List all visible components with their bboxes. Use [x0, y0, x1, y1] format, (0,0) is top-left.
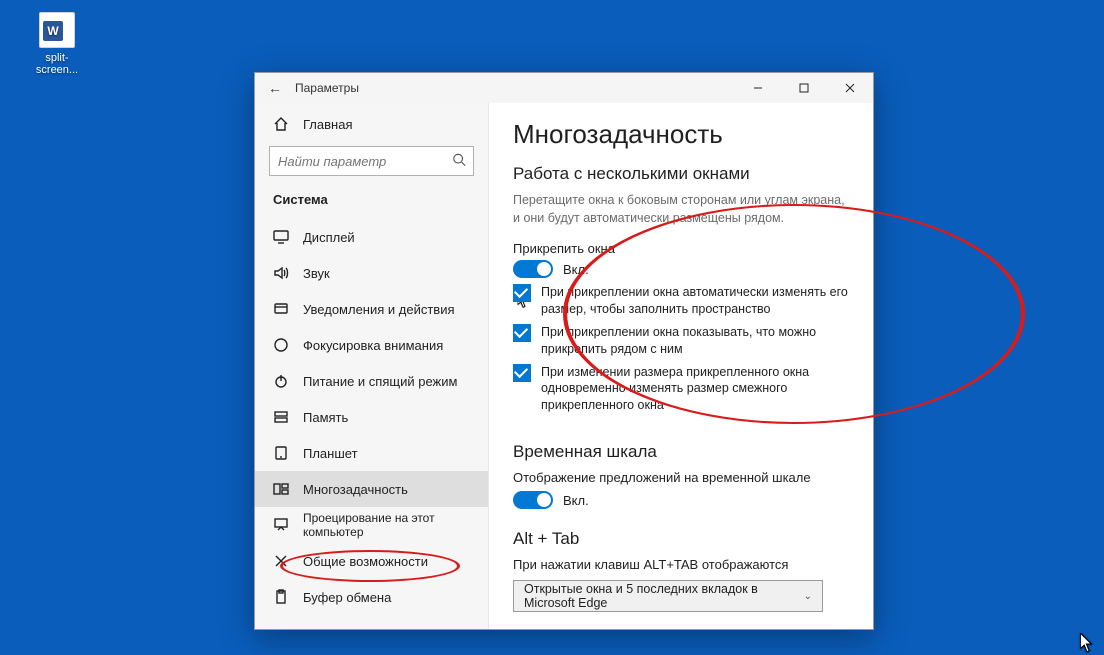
sidebar-item-shared[interactable]: Общие возможности	[255, 543, 488, 579]
desktop-icon-word[interactable]: split-screen...	[26, 12, 88, 76]
sidebar-item-label: Память	[303, 410, 348, 425]
snap-chk1-label: При прикреплении окна автоматически изме…	[541, 284, 849, 318]
sidebar-item-label: Дисплей	[303, 230, 355, 245]
sidebar-item-clipboard[interactable]: Буфер обмена	[255, 579, 488, 615]
snap-chk2-label: При прикреплении окна показывать, что мо…	[541, 324, 849, 358]
tablet-icon	[273, 445, 289, 461]
snap-checkbox-1[interactable]	[513, 284, 531, 302]
timeline-toggle-state: Вкл.	[563, 493, 589, 508]
sidebar-item-label: Планшет	[303, 446, 358, 461]
shared-icon	[273, 553, 289, 569]
power-icon	[273, 373, 289, 389]
word-file-icon	[39, 12, 75, 48]
maximize-icon	[799, 83, 809, 93]
sound-icon	[273, 265, 289, 281]
sidebar-item-label: Уведомления и действия	[303, 302, 455, 317]
home-icon	[273, 116, 289, 132]
chevron-down-icon: ⌄	[804, 591, 812, 602]
sidebar-home[interactable]: Главная	[255, 103, 488, 140]
focus-icon	[273, 337, 289, 353]
sidebar-section-title: Система	[255, 188, 488, 219]
maximize-button[interactable]	[781, 73, 827, 103]
close-button[interactable]	[827, 73, 873, 103]
section-title-snap: Работа с несколькими окнами	[513, 164, 849, 184]
search-wrap	[269, 146, 474, 176]
back-button[interactable]: ←	[255, 80, 295, 96]
snap-desc: Перетащите окна к боковым сторонам или у…	[513, 192, 849, 227]
snap-toggle-state: Вкл.	[563, 262, 589, 277]
projecting-icon	[273, 517, 289, 533]
clipboard-icon	[273, 589, 289, 605]
sidebar-item-focus[interactable]: Фокусировка внимания	[255, 327, 488, 363]
sidebar-item-label: Звук	[303, 266, 330, 281]
sidebar-item-label: Фокусировка внимания	[303, 338, 443, 353]
sidebar-home-label: Главная	[303, 117, 352, 132]
sidebar-item-sound[interactable]: Звук	[255, 255, 488, 291]
minimize-icon	[753, 83, 763, 93]
window-title: Параметры	[295, 81, 359, 95]
snap-toggle[interactable]	[513, 260, 553, 278]
alttab-dropdown[interactable]: Открытые окна и 5 последних вкладок в Mi…	[513, 580, 823, 612]
snap-chk3-label: При изменении размера прикрепленного окн…	[541, 364, 849, 415]
sidebar-item-label: Многозадачность	[303, 482, 408, 497]
sidebar-item-display[interactable]: Дисплей	[255, 219, 488, 255]
search-icon	[452, 153, 466, 170]
snap-checkbox-2[interactable]	[513, 324, 531, 342]
settings-window: ← Параметры Главная	[254, 72, 874, 630]
minimize-button[interactable]	[735, 73, 781, 103]
content: Многозадачность Работа с несколькими окн…	[489, 103, 873, 629]
sidebar-item-storage[interactable]: Память	[255, 399, 488, 435]
snap-checkbox-3[interactable]	[513, 364, 531, 382]
alttab-dropdown-value: Открытые окна и 5 последних вкладок в Mi…	[524, 582, 804, 610]
notifications-icon	[273, 301, 289, 317]
cursor-icon	[1080, 633, 1094, 653]
timeline-desc: Отображение предложений на временной шка…	[513, 470, 849, 485]
desktop-icon-label: split-screen...	[26, 52, 88, 76]
storage-icon	[273, 409, 289, 425]
page-title: Многозадачность	[513, 119, 849, 150]
sidebar: Главная Система Дисплей Звук Уведомления…	[255, 103, 489, 629]
multitasking-icon	[273, 481, 289, 497]
sidebar-item-notifications[interactable]: Уведомления и действия	[255, 291, 488, 327]
alttab-desc: При нажатии клавиш ALT+TAB отображаются	[513, 557, 849, 572]
sidebar-item-projecting[interactable]: Проецирование на этот компьютер	[255, 507, 488, 543]
section-title-alttab: Alt + Tab	[513, 529, 849, 549]
display-icon	[273, 229, 289, 245]
sidebar-item-label: Буфер обмена	[303, 590, 391, 605]
titlebar: ← Параметры	[255, 73, 873, 103]
sidebar-item-label: Питание и спящий режим	[303, 374, 457, 389]
search-input[interactable]	[269, 146, 474, 176]
snap-label: Прикрепить окна	[513, 241, 849, 256]
sidebar-item-label: Общие возможности	[303, 554, 428, 569]
timeline-toggle[interactable]	[513, 491, 553, 509]
sidebar-item-label: Проецирование на этот компьютер	[303, 511, 470, 539]
sidebar-item-multitasking[interactable]: Многозадачность	[255, 471, 488, 507]
sidebar-item-power[interactable]: Питание и спящий режим	[255, 363, 488, 399]
section-title-timeline: Временная шкала	[513, 442, 849, 462]
sidebar-item-tablet[interactable]: Планшет	[255, 435, 488, 471]
close-icon	[845, 83, 855, 93]
